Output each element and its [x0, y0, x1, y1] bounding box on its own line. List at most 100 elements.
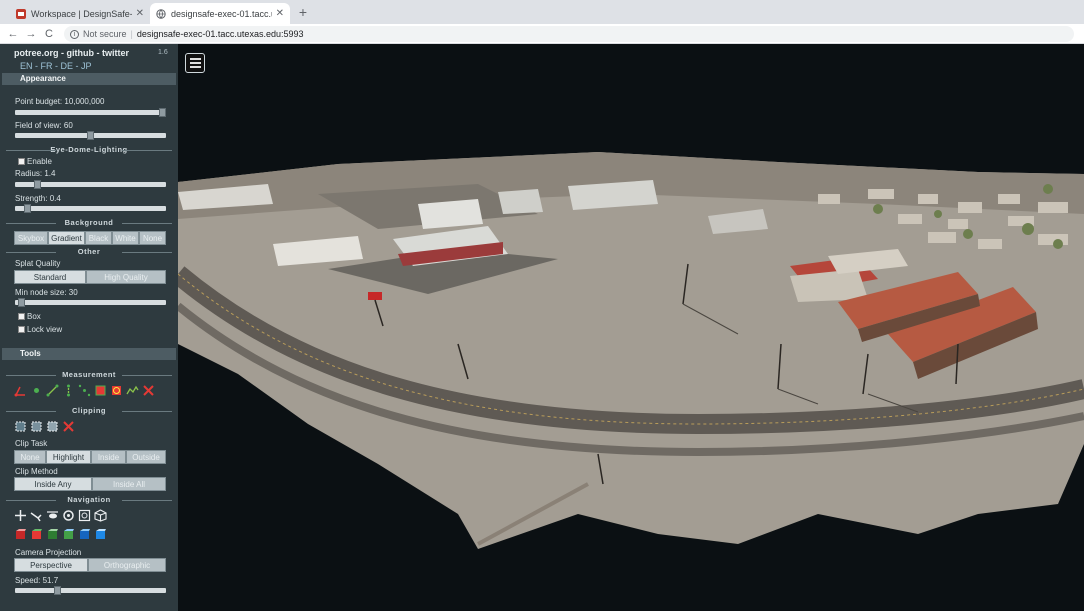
- remove-clipping-icon[interactable]: [62, 420, 75, 433]
- angle-measure-icon[interactable]: [14, 384, 27, 397]
- background-none-button[interactable]: None: [139, 231, 166, 245]
- clip-inside-all-button[interactable]: Inside All: [92, 477, 166, 491]
- clip-task-outside-button[interactable]: Outside: [126, 450, 166, 464]
- language-links[interactable]: EN - FR - DE - JP: [20, 61, 92, 71]
- orbit-controls-icon[interactable]: [62, 509, 75, 522]
- volume-measure-icon[interactable]: [110, 384, 123, 397]
- back-button[interactable]: ←: [6, 27, 20, 41]
- menu-toggle-button[interactable]: [185, 53, 205, 73]
- clip-task-highlight-button[interactable]: Highlight: [46, 450, 91, 464]
- strength-slider[interactable]: [15, 204, 166, 213]
- potree-sidebar: potree.org - github - twitter 1.6 EN - F…: [0, 44, 178, 611]
- background-gradient-button[interactable]: Gradient: [48, 231, 85, 245]
- slider-handle[interactable]: [87, 131, 94, 140]
- helicopter-controls-icon[interactable]: [46, 509, 59, 522]
- url-input[interactable]: i Not secure | designsafe-exec-01.tacc.u…: [64, 26, 1074, 42]
- distance-measure-icon[interactable]: [46, 384, 59, 397]
- slider-handle[interactable]: [18, 298, 25, 307]
- clip-method-label: Clip Method: [15, 467, 58, 476]
- clip-polygon-icon[interactable]: [30, 420, 43, 433]
- background-buttons: Skybox Gradient Black White None: [14, 231, 166, 245]
- point-cloud-viewport[interactable]: [178, 44, 1084, 611]
- splat-high-quality-button[interactable]: High Quality: [86, 270, 166, 284]
- globe-icon: [156, 8, 166, 19]
- height-measure-icon[interactable]: [62, 384, 75, 397]
- strength-label: Strength: 0.4: [15, 194, 61, 203]
- appearance-header[interactable]: Appearance: [2, 73, 176, 85]
- designsafe-favicon-icon: [16, 8, 26, 19]
- earth-controls-icon[interactable]: [14, 509, 27, 522]
- speed-label: Speed: 51.7: [15, 576, 59, 585]
- focus-icon[interactable]: [78, 509, 91, 522]
- measurement-title: Measurement: [2, 370, 176, 379]
- background-title: Background: [2, 218, 176, 227]
- version-label: 1.6: [158, 49, 168, 56]
- bottom-view-icon[interactable]: [94, 528, 107, 541]
- tab-title: designsafe-exec-01.tacc.utexas.e: [171, 8, 272, 19]
- background-black-button[interactable]: Black: [85, 231, 112, 245]
- info-icon[interactable]: i: [70, 29, 79, 39]
- measurement-tools: [14, 384, 155, 397]
- slider-handle[interactable]: [54, 586, 61, 595]
- tab-bar: Workspace | DesignSafe-CI ✕ designsafe-e…: [0, 0, 1084, 24]
- back-view-icon[interactable]: [62, 528, 75, 541]
- point-measure-icon[interactable]: [30, 384, 43, 397]
- profile-measure-icon[interactable]: [126, 384, 139, 397]
- area-measure-icon[interactable]: [94, 384, 107, 397]
- min-node-size-slider[interactable]: [15, 298, 166, 307]
- separator: |: [130, 29, 133, 39]
- lock-view-checkbox[interactable]: [18, 326, 25, 333]
- remove-measurements-icon[interactable]: [142, 384, 155, 397]
- speed-slider[interactable]: [15, 586, 166, 595]
- header-links[interactable]: potree.org - github - twitter: [14, 48, 129, 58]
- clipping-tools: [14, 420, 75, 433]
- clip-method-buttons: Inside Any Inside All: [14, 477, 166, 491]
- cube-view-icon[interactable]: [94, 509, 107, 522]
- edl-enable-label: Enable: [27, 157, 52, 166]
- radius-label: Radius: 1.4: [15, 169, 56, 178]
- point-cloud-render[interactable]: [178, 44, 1084, 611]
- background-white-button[interactable]: White: [112, 231, 139, 245]
- tab-title: Workspace | DesignSafe-CI: [31, 8, 132, 19]
- edl-enable-checkbox[interactable]: [18, 158, 25, 165]
- slider-handle[interactable]: [34, 180, 41, 189]
- clip-inside-any-button[interactable]: Inside Any: [14, 477, 92, 491]
- clip-task-inside-button[interactable]: Inside: [91, 450, 126, 464]
- right-view-icon[interactable]: [30, 528, 43, 541]
- clip-volume-icon[interactable]: [14, 420, 27, 433]
- front-view-icon[interactable]: [46, 528, 59, 541]
- point-budget-slider[interactable]: [15, 108, 166, 117]
- background-skybox-button[interactable]: Skybox: [14, 231, 48, 245]
- reload-button[interactable]: C: [42, 27, 56, 41]
- perspective-button[interactable]: Perspective: [14, 558, 88, 572]
- browser-window: Workspace | DesignSafe-CI ✕ designsafe-e…: [0, 0, 1084, 611]
- address-bar: ← → C i Not secure | designsafe-exec-01.…: [0, 24, 1084, 44]
- splat-standard-button[interactable]: Standard: [14, 270, 86, 284]
- tab-potree[interactable]: designsafe-exec-01.tacc.utexas.e ✕: [150, 3, 290, 24]
- clip-task-label: Clip Task: [15, 439, 48, 448]
- orthographic-button[interactable]: Orthographic: [88, 558, 166, 572]
- clip-task-none-button[interactable]: None: [14, 450, 46, 464]
- navigation-title: Navigation: [2, 495, 176, 504]
- fov-slider[interactable]: [15, 131, 166, 140]
- navigation-tools-row-1: [14, 509, 107, 522]
- projection-buttons: Perspective Orthographic: [14, 558, 166, 572]
- other-title: Other: [2, 247, 176, 256]
- new-tab-button[interactable]: +: [295, 4, 311, 20]
- slider-handle[interactable]: [24, 204, 31, 213]
- close-tab-icon[interactable]: ✕: [276, 8, 284, 19]
- splat-quality-label: Splat Quality: [15, 259, 61, 268]
- clip-screen-icon[interactable]: [46, 420, 59, 433]
- circle-measure-icon[interactable]: [78, 384, 91, 397]
- forward-button[interactable]: →: [24, 27, 38, 41]
- tab-workspace[interactable]: Workspace | DesignSafe-CI ✕: [10, 3, 150, 24]
- url-text: designsafe-exec-01.tacc.utexas.edu:5993: [136, 29, 304, 39]
- tools-header[interactable]: Tools: [2, 348, 176, 360]
- fly-controls-icon[interactable]: [30, 509, 43, 522]
- box-checkbox[interactable]: [18, 313, 25, 320]
- top-view-icon[interactable]: [78, 528, 91, 541]
- left-view-icon[interactable]: [14, 528, 27, 541]
- radius-slider[interactable]: [15, 180, 166, 189]
- slider-handle[interactable]: [159, 108, 166, 117]
- close-tab-icon[interactable]: ✕: [136, 8, 144, 19]
